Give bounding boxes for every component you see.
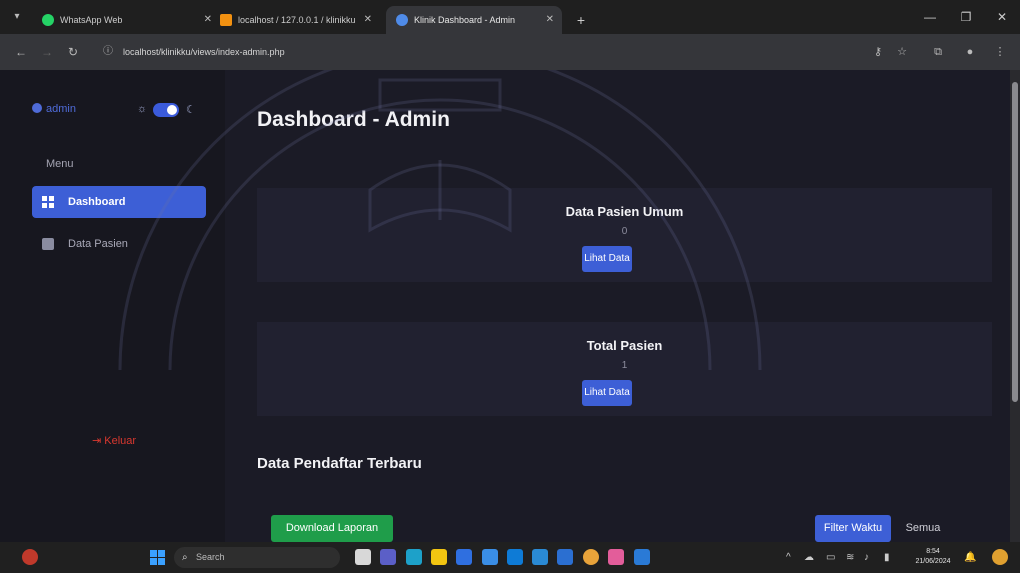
tab-klinik-dashboard[interactable]: Klinik Dashboard - Admin ✕ xyxy=(386,6,562,34)
mail-icon[interactable] xyxy=(507,549,523,565)
card-value: 0 xyxy=(621,226,628,237)
tray-chevron-icon[interactable]: ^ xyxy=(786,542,791,573)
taskbar-clock[interactable]: 8:54 21/06/2024 xyxy=(908,547,958,567)
phpmyadmin-icon xyxy=(220,14,232,26)
restore-icon[interactable]: ❐ xyxy=(948,0,984,34)
vscode-icon[interactable] xyxy=(634,549,650,565)
file-explorer-icon[interactable] xyxy=(431,549,447,565)
sidebar-item-data-pasien[interactable]: Data Pasien xyxy=(32,228,206,260)
section-title: Data Pendaftar Terbaru xyxy=(257,455,422,472)
new-tab-button[interactable]: + xyxy=(571,6,591,34)
user-icon xyxy=(396,14,408,26)
browser-tab-strip: ▾ WhatsApp Web ✕ localhost / 127.0.0.1 /… xyxy=(0,0,1020,34)
weather-widget-icon[interactable] xyxy=(22,549,38,565)
taskbar-search-input[interactable]: ⌕ Search xyxy=(174,547,340,568)
teams-icon[interactable] xyxy=(380,549,396,565)
page-title: Dashboard - Admin xyxy=(257,108,450,131)
whatsapp-icon xyxy=(42,14,54,26)
page-scrollbar[interactable] xyxy=(1010,70,1020,542)
card-title: Total Pasien xyxy=(586,338,663,353)
card-total-pasien: Total Pasien 1 Lihat Data xyxy=(257,322,992,416)
theme-toggle[interactable] xyxy=(153,103,179,117)
page-viewport: admin ☼ ☾ Menu Dashboard Data Pasien ⇥ K… xyxy=(0,70,1010,542)
profile-avatar-icon[interactable]: ● xyxy=(960,42,980,62)
lihat-data-button[interactable]: Lihat Data xyxy=(582,380,632,406)
forward-arrow-icon[interactable]: → xyxy=(38,42,56,62)
app-l-icon[interactable] xyxy=(456,549,472,565)
logout-icon: ⇥ xyxy=(92,435,105,447)
lihat-data-button[interactable]: Lihat Data xyxy=(582,246,632,272)
briefcase-icon xyxy=(42,238,54,250)
user-menu[interactable]: admin xyxy=(32,103,76,115)
search-icon: ⌕ xyxy=(182,552,188,563)
keyboard-icon[interactable]: ▭ xyxy=(826,542,835,573)
tab-search-chevron-icon[interactable]: ▾ xyxy=(8,9,26,25)
moon-icon: ☾ xyxy=(186,104,196,116)
edge-icon[interactable] xyxy=(406,549,422,565)
download-laporan-button[interactable]: Download Laporan xyxy=(271,515,393,542)
minimize-icon[interactable]: — xyxy=(912,0,948,34)
tab-whatsapp[interactable]: WhatsApp Web ✕ xyxy=(32,6,220,34)
battery-icon[interactable]: ▮ xyxy=(884,542,890,573)
word-icon[interactable] xyxy=(557,549,573,565)
windows-taskbar: ⌕ Search ^ ☁ ▭ ≋ ♪ ▮ 8:54 21/06/2024 🔔 xyxy=(0,542,1020,573)
reload-icon[interactable]: ↻ xyxy=(64,42,82,62)
sun-icon: ☼ xyxy=(137,103,148,115)
password-key-icon[interactable]: ⚷ xyxy=(868,42,888,62)
sidebar-item-dashboard[interactable]: Dashboard xyxy=(32,186,206,218)
notification-bell-icon[interactable]: 🔔 xyxy=(964,542,976,573)
copilot-icon[interactable] xyxy=(992,549,1008,565)
semua-button[interactable]: Semua xyxy=(897,515,949,542)
task-view-icon[interactable] xyxy=(355,549,371,565)
menu-label: Menu xyxy=(46,158,74,170)
outlook-icon[interactable] xyxy=(532,549,548,565)
chrome-icon[interactable] xyxy=(583,549,599,565)
url-field[interactable]: ⓘ localhost/klinikku/views/index-admin.p… xyxy=(95,42,875,62)
close-window-icon[interactable]: ✕ xyxy=(984,0,1020,34)
close-tab-icon[interactable]: ✕ xyxy=(364,6,372,34)
more-menu-icon[interactable]: ⋮ xyxy=(990,42,1010,62)
filter-waktu-button[interactable]: Filter Waktu xyxy=(815,515,891,542)
camera-icon[interactable] xyxy=(482,549,498,565)
windows-start-icon[interactable] xyxy=(150,550,165,565)
main-content: Dashboard - Admin Data Pasien Umum 0 Lih… xyxy=(225,70,1010,542)
card-value: 1 xyxy=(621,360,628,371)
site-info-icon[interactable]: ⓘ xyxy=(103,42,113,62)
extensions-icon[interactable]: ⧉ xyxy=(928,42,948,62)
card-data-pasien-umum: Data Pasien Umum 0 Lihat Data xyxy=(257,188,992,282)
app-pink-icon[interactable] xyxy=(608,549,624,565)
user-icon xyxy=(32,103,42,113)
bookmark-star-icon[interactable]: ☆ xyxy=(892,42,912,62)
wifi-icon[interactable]: ≋ xyxy=(846,542,854,573)
scrollbar-thumb[interactable] xyxy=(1012,82,1018,402)
sidebar: admin ☼ ☾ Menu Dashboard Data Pasien ⇥ K… xyxy=(0,70,225,542)
grid-icon xyxy=(42,196,54,208)
volume-icon[interactable]: ♪ xyxy=(864,542,869,573)
toggle-knob xyxy=(167,105,177,115)
address-bar: ← → ↻ ⓘ localhost/klinikku/views/index-a… xyxy=(0,34,1020,70)
logout-link[interactable]: ⇥ Keluar xyxy=(92,434,136,447)
card-title: Data Pasien Umum xyxy=(565,204,684,219)
back-arrow-icon[interactable]: ← xyxy=(12,42,30,62)
tab-phpmyadmin[interactable]: localhost / 127.0.0.1 / klinikku ✕ xyxy=(210,6,380,34)
onedrive-icon[interactable]: ☁ xyxy=(804,542,814,573)
close-tab-icon[interactable]: ✕ xyxy=(546,6,554,34)
